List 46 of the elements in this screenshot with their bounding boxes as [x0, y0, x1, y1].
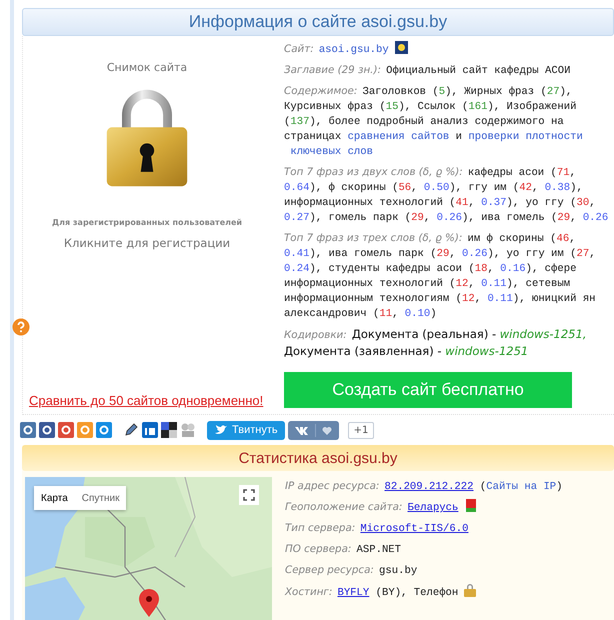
logo-icon: [294, 426, 309, 434]
bird-icon: [214, 424, 228, 436]
flag-icon: [464, 499, 476, 512]
share-icon[interactable]: [161, 422, 177, 438]
info-line: Сервер ресурса: gsu.by: [285, 563, 418, 579]
pencil-icon[interactable]: [123, 422, 139, 438]
info-line: Содержимое: Заголовков (5), Жирных фраз (27), Курсивных фраз (15), Ссылок (161), Изображений (137), более подробный анализ содержимого на страницах сравнения сайтов и проверки плотности ключевых слов: [284, 84, 584, 160]
link[interactable]: Microsoft-IIS/6.0: [360, 523, 468, 535]
padlock-icon[interactable]: [104, 88, 190, 188]
info-line: Кодировки: Документа (реальная) - windows-1251, Документа (заявленная) - windows-1251: [284, 327, 588, 360]
registration-note: Для зарегистрированных пользователей: [52, 218, 242, 227]
link[interactable]: ключевых слов: [290, 145, 374, 160]
register-link[interactable]: Кликните для регистрации: [64, 236, 230, 250]
share-icon[interactable]: [142, 422, 158, 438]
help-icon[interactable]: [12, 318, 30, 336]
compare-link[interactable]: Сравнить до 50 сайтов одновременно!: [29, 393, 264, 408]
link[interactable]: Беларусь: [408, 502, 458, 514]
fullscreen-button[interactable]: [239, 485, 259, 505]
heart-icon: [322, 426, 332, 434]
padlock-icon: [464, 583, 476, 597]
info-line: Топ 7 фраз из трех слов (δ, ϱ %): им ф скорины (46, 0.41), ива гомель парк (29, 0.26), уо ггу им (27, 0.24), студенты кафедры асои (18, 0.16), сфере информационных технологий (12, 0.11), сетевым информационным технологиям (12, 0.11), юницкий ян александрович (11, 0.10): [284, 231, 597, 322]
info-line: Сайт: asoi.gsu.by: [284, 41, 614, 58]
share-icon[interactable]: [39, 422, 55, 438]
info-line: Тип сервера: Microsoft-IIS/6.0: [285, 521, 470, 537]
info-line: ПО сервера: ASP.NET: [285, 542, 402, 558]
info-line: Геоположение сайта: Беларусь: [285, 499, 614, 516]
link[interactable]: 82.209.212.222: [384, 481, 474, 493]
section-title: Статистика asoi.gsu.by: [238, 450, 398, 466]
info-line: Заглавие (29 зн.): Официальный сайт кафедры АСОИ: [284, 63, 572, 79]
tweet-button[interactable]: Твитнуть: [207, 420, 285, 440]
info-line: Топ 7 фраз из двух слов (δ, ϱ %): кафедры асои (71, 0.64), ф скорины (56, 0.50), ггу им (42, 0.38), информационных технологий (41, 0.37), уо ггу (30, 0.27), гомель парк (29, 0.26), ива гомель (29, 0.26: [284, 165, 610, 226]
map-type-tab[interactable]: Спутник: [74, 486, 126, 510]
snapshot-title: Снимок сайта: [106, 61, 188, 74]
map-type-tab[interactable]: Карта: [34, 486, 75, 510]
site-favicon-icon: [394, 41, 408, 54]
section-title: Информация о сайте asoi.gsu.by: [188, 12, 448, 32]
share-icon[interactable]: [20, 422, 36, 438]
info-line: IP адрес ресурса: 82.209.212.222 (Сайты на IP): [285, 479, 564, 495]
like-count: +1: [348, 422, 374, 438]
link[interactable]: BYFLY: [337, 587, 370, 599]
link[interactable]: проверки плотности: [468, 130, 583, 145]
link[interactable]: сравнения сайтов: [348, 130, 450, 145]
link[interactable]: asoi.gsu.by: [318, 43, 389, 58]
link[interactable]: Сайты на IP: [486, 481, 556, 493]
info-line: Хостинг: BYFLY (BY), Телефон: [285, 583, 614, 601]
like-button[interactable]: [288, 420, 339, 440]
